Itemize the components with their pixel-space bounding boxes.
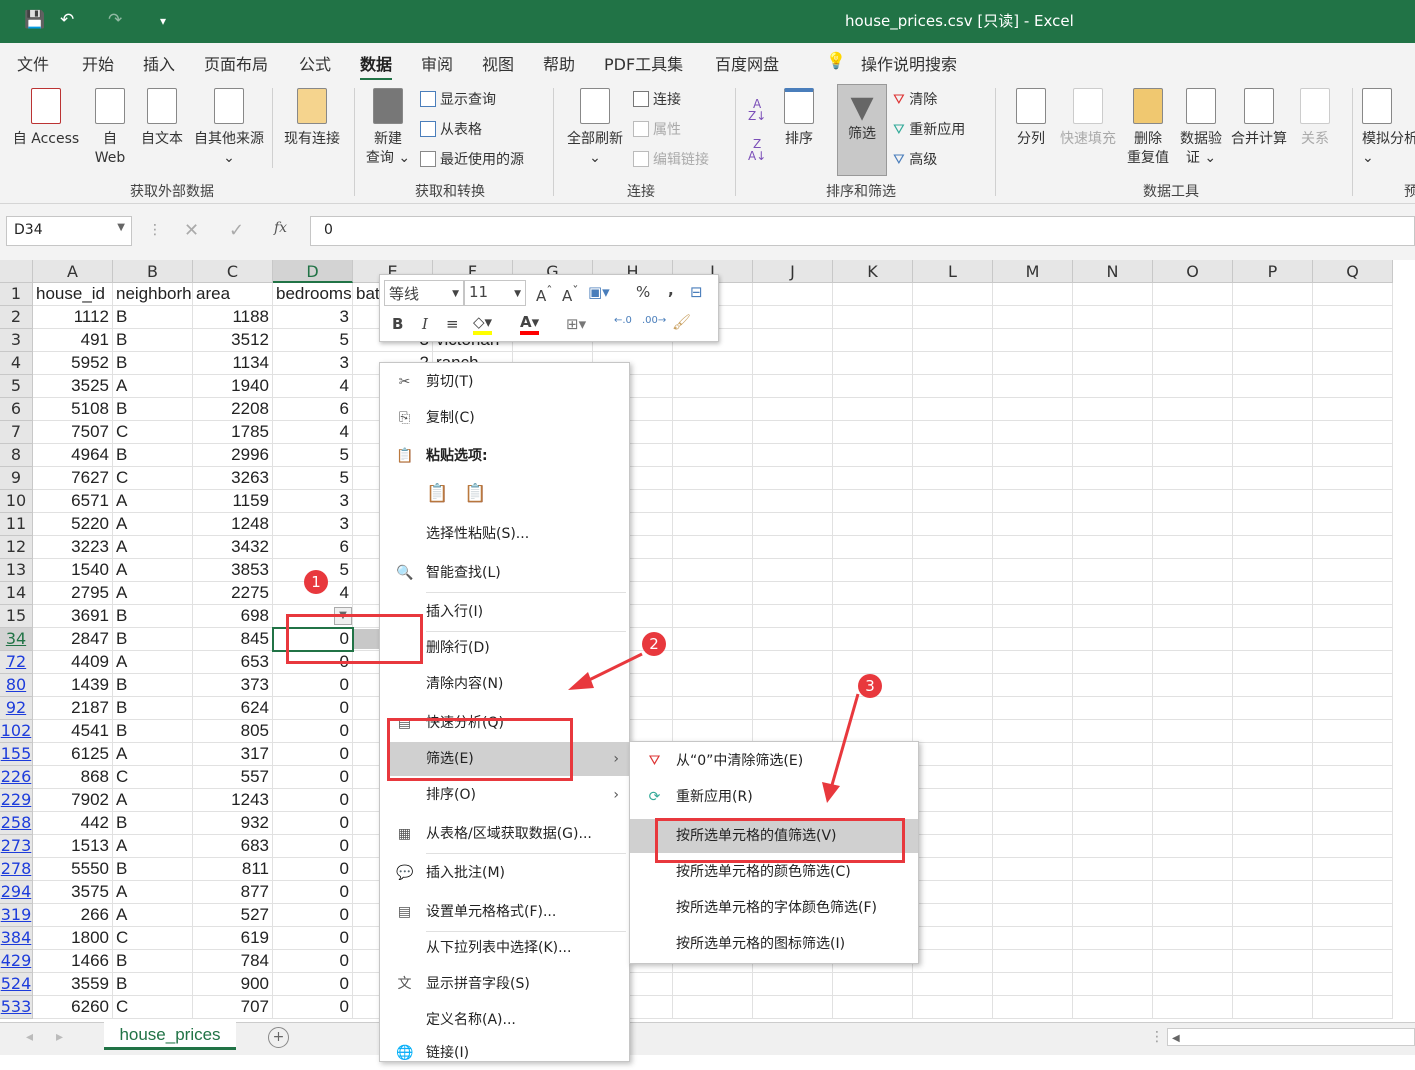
arrow-3-head: [822, 782, 840, 803]
arrow-2-head: [568, 672, 594, 690]
annotation-arrows: [568, 652, 860, 803]
arrow-3-line: [830, 693, 860, 786]
arrow-2-line: [584, 652, 643, 684]
